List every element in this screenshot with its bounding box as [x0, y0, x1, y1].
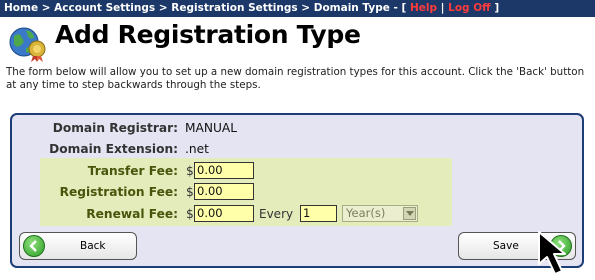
mouse-pointer-icon: [535, 230, 581, 280]
back-button-label: Back: [80, 240, 106, 252]
breadcrumb-path[interactable]: Home > Account Settings > Registration S…: [4, 2, 406, 14]
renewal-fee-input[interactable]: 0.00: [194, 205, 254, 222]
every-label: Every: [259, 207, 294, 221]
log-off-link[interactable]: Log Off: [448, 2, 491, 14]
back-button[interactable]: Back: [19, 232, 137, 260]
help-link[interactable]: Help: [410, 2, 437, 14]
registration-fee-currency: $: [186, 185, 194, 199]
chevron-down-icon[interactable]: [403, 207, 416, 220]
renewal-period-value: Year(s): [346, 206, 386, 220]
page-title: Add Registration Type: [55, 20, 361, 49]
domain-extension-value: .net: [185, 142, 209, 156]
arrow-left-circle-icon: [23, 235, 45, 257]
breadcrumb-close: ]: [494, 2, 500, 14]
registration-fee-label: Registration Fee:: [59, 185, 178, 199]
globe-with-badge-icon: [8, 22, 48, 62]
breadcrumb: Home > Account Settings > Registration S…: [0, 0, 595, 17]
domain-registrar-label: Domain Registrar:: [52, 121, 178, 135]
domain-registrar-value: MANUAL: [185, 121, 238, 135]
transfer-fee-currency: $: [186, 164, 194, 178]
domain-extension-label: Domain Extension:: [49, 142, 178, 156]
renewal-fee-label: Renewal Fee:: [86, 207, 178, 221]
registration-fee-input[interactable]: 0.00: [194, 183, 254, 200]
renewal-period-select[interactable]: Year(s): [342, 205, 418, 222]
transfer-fee-input[interactable]: 0.00: [194, 162, 254, 179]
renewal-fee-currency: $: [186, 207, 194, 221]
save-button-label: Save: [493, 240, 519, 252]
transfer-fee-label: Transfer Fee:: [87, 164, 178, 178]
breadcrumb-separator: |: [440, 2, 445, 14]
renewal-interval-input[interactable]: 1: [300, 205, 337, 222]
intro-text: The form below will allow you to set up …: [6, 66, 585, 91]
